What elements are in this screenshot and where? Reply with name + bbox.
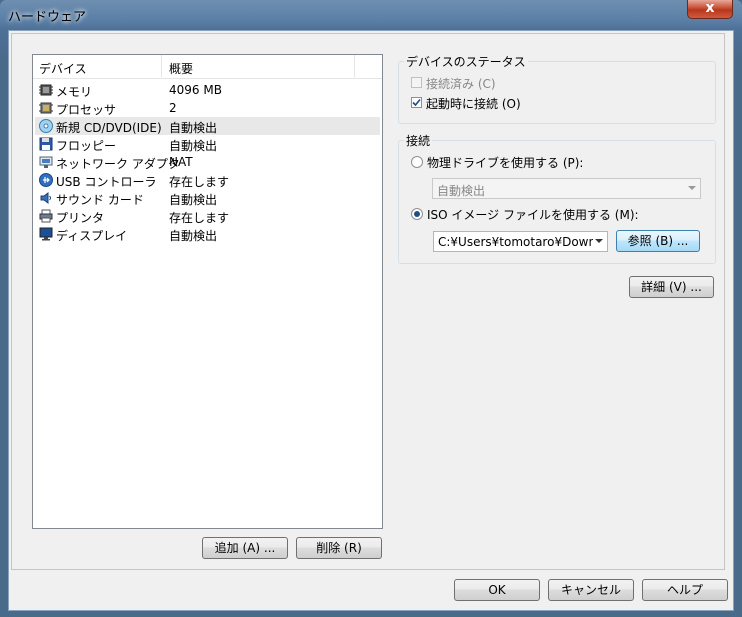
device-row-display[interactable]: ディスプレイ 自動検出	[35, 225, 380, 243]
device-name: プリンタ	[56, 211, 105, 225]
device-name: ディスプレイ	[56, 229, 128, 243]
device-summary: 自動検出	[169, 121, 218, 135]
device-status-group	[398, 61, 716, 124]
add-button[interactable]: 追加 (A) ...	[202, 537, 288, 559]
physical-drive-value: 自動検出	[437, 184, 486, 198]
device-summary: 2	[169, 101, 177, 115]
physical-drive-radio[interactable]	[411, 156, 423, 168]
device-name: USB コントローラ	[56, 175, 157, 189]
ok-button[interactable]: OK	[454, 579, 540, 601]
sound-card-icon	[40, 192, 51, 204]
memory-icon	[39, 84, 53, 96]
connect-at-power-on-label: 起動時に接続 (O)	[426, 97, 521, 111]
close-button[interactable]: x	[687, 0, 733, 19]
device-row-floppy[interactable]: フロッピー 自動検出	[35, 135, 380, 153]
device-name: メモリ	[56, 85, 93, 99]
column-header-device[interactable]: デバイス	[39, 60, 87, 77]
device-summary: 存在します	[169, 175, 230, 189]
browse-button[interactable]: 参照 (B) ...	[616, 230, 700, 252]
hardware-panel: デバイス 概要 メモリ 4096 MB プロセッサ 2 新規 CD/DVD(ID…	[11, 33, 725, 570]
iso-image-label: ISO イメージ ファイルを使用する (M):	[427, 208, 639, 222]
device-list-header: デバイス 概要	[33, 55, 382, 79]
chevron-down-icon	[688, 186, 696, 190]
device-name: ネットワーク アダプタ	[56, 157, 180, 171]
connected-label: 接続済み (C)	[426, 77, 496, 91]
window-title: ハードウェア	[8, 10, 87, 25]
device-row-memory[interactable]: メモリ 4096 MB	[35, 81, 380, 99]
iso-path-combo[interactable]: C:¥Users¥tomotaro¥Downlc	[433, 231, 608, 252]
iso-path-value: C:¥Users¥tomotaro¥Downlc	[438, 235, 593, 249]
column-separator[interactable]	[161, 55, 162, 77]
device-summary: 自動検出	[169, 229, 218, 243]
device-name: 新規 CD/DVD(IDE)	[56, 121, 162, 135]
column-header-summary[interactable]: 概要	[169, 60, 193, 77]
cancel-button[interactable]: キャンセル	[548, 579, 634, 601]
advanced-button[interactable]: 詳細 (V) ...	[629, 276, 714, 298]
device-row-processor[interactable]: プロセッサ 2	[35, 99, 380, 117]
device-list[interactable]: デバイス 概要 メモリ 4096 MB プロセッサ 2 新規 CD/DVD(ID…	[32, 54, 383, 529]
device-row-network[interactable]: ネットワーク アダプタ NAT	[35, 153, 380, 171]
network-adapter-icon	[39, 156, 53, 168]
display-icon	[39, 227, 53, 241]
device-summary: 4096 MB	[169, 83, 222, 97]
floppy-icon	[39, 137, 53, 151]
iso-image-radio[interactable]	[411, 208, 423, 220]
checkmark-icon	[412, 98, 421, 107]
column-separator[interactable]	[354, 55, 355, 77]
dialog-client: デバイス 概要 メモリ 4096 MB プロセッサ 2 新規 CD/DVD(ID…	[8, 30, 734, 611]
physical-drive-label: 物理ドライブを使用する (P):	[427, 156, 584, 170]
connected-checkbox[interactable]	[411, 77, 422, 88]
cpu-icon	[39, 102, 53, 114]
device-name: フロッピー	[56, 139, 117, 153]
device-name: プロセッサ	[56, 103, 117, 117]
device-row-printer[interactable]: プリンタ 存在します	[35, 207, 380, 225]
printer-icon	[39, 209, 53, 223]
device-summary: NAT	[169, 155, 193, 169]
physical-drive-select[interactable]: 自動検出	[432, 178, 701, 199]
device-row-usb[interactable]: USB コントローラ 存在します	[35, 171, 380, 189]
device-summary: 自動検出	[169, 193, 218, 207]
device-row-cd-dvd[interactable]: 新規 CD/DVD(IDE) 自動検出	[35, 117, 380, 135]
connection-title: 接続	[404, 132, 433, 149]
device-row-sound[interactable]: サウンド カード 自動検出	[35, 189, 380, 207]
device-name: サウンド カード	[56, 193, 144, 207]
usb-icon	[39, 173, 53, 187]
device-summary: 自動検出	[169, 139, 218, 153]
window-frame: ハードウェア x デバイス 概要 メモリ 4096 MB プロセッサ 2 新規 …	[0, 0, 742, 617]
connect-at-power-on-checkbox[interactable]	[411, 97, 422, 108]
device-status-title: デバイスのステータス	[404, 53, 528, 70]
remove-button[interactable]: 削除 (R)	[296, 537, 382, 559]
help-button[interactable]: ヘルプ	[642, 579, 728, 601]
chevron-down-icon	[595, 239, 603, 243]
cd-dvd-icon	[39, 119, 53, 133]
device-summary: 存在します	[169, 211, 230, 225]
